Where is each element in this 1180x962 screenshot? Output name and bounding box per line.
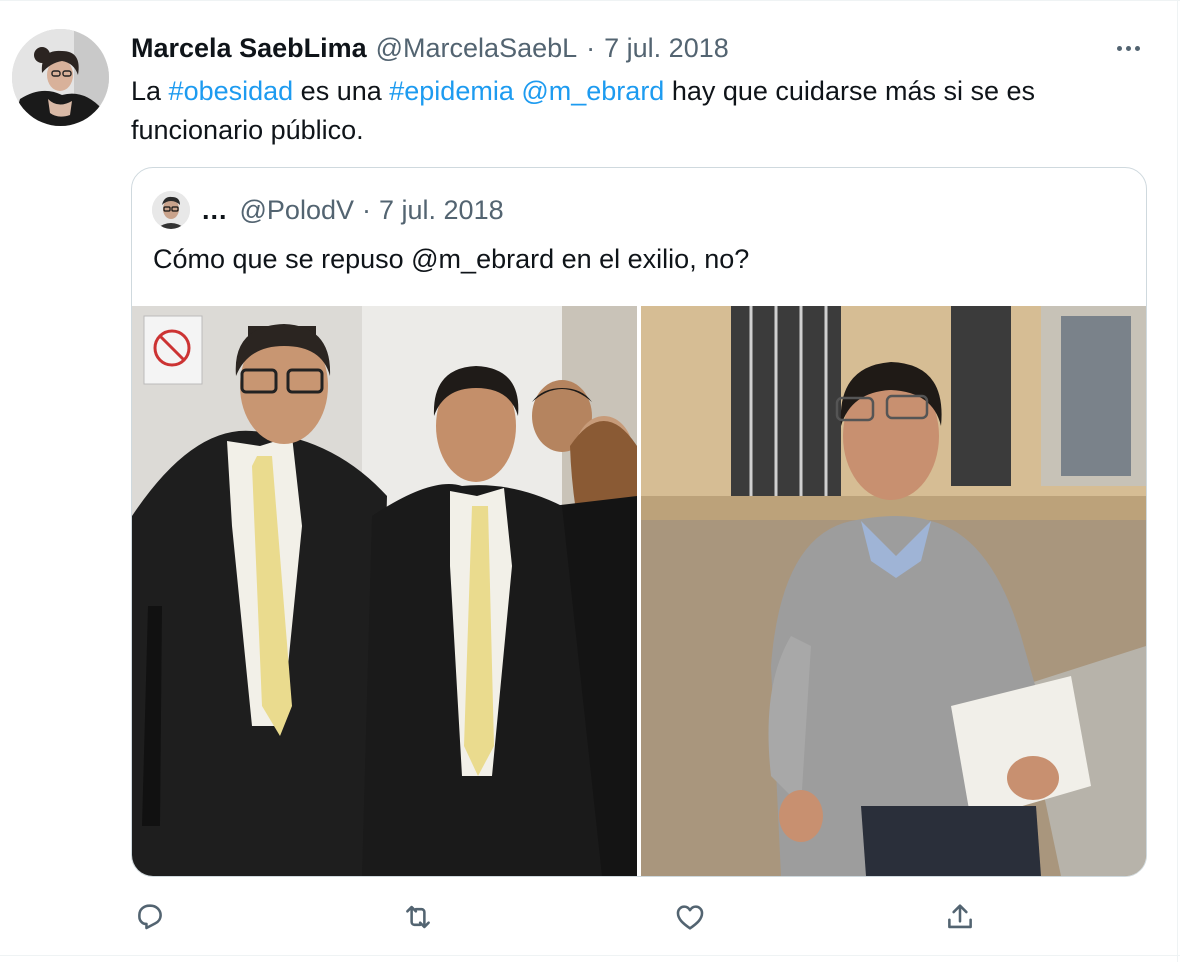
author-handle[interactable]: @MarcelaSaebL [376,33,578,64]
hashtag-link[interactable]: #epidemia [389,76,514,106]
divider-top [0,0,1180,1]
reply-icon[interactable] [131,898,169,936]
quoted-handle[interactable]: @PolodV [240,195,354,226]
quoted-photo-left[interactable] [132,306,637,876]
tweet-text-part: La [131,76,169,106]
author-avatar[interactable] [12,29,109,126]
header-separator: · [586,32,596,63]
quoted-header: ... @PolodV · 7 jul. 2018 [152,190,504,230]
hashtag-link[interactable]: #obesidad [169,76,294,106]
quoted-photo-right[interactable] [641,306,1146,876]
quoted-text: Cómo que se repuso @m_ebrard en el exili… [153,244,750,274]
tweet-actions [0,898,1180,938]
tweet-header: Marcela SaebLima @MarcelaSaebL · 7 jul. … [131,30,729,66]
tweet[interactable]: Marcela SaebLima @MarcelaSaebL · 7 jul. … [0,0,1180,962]
tweet-text: La #obesidad es una #epidemia @m_ebrard … [131,72,1161,150]
tweet-text-part: es una [293,76,390,106]
share-icon[interactable] [941,898,979,936]
quoted-date[interactable]: 7 jul. 2018 [379,195,504,226]
quoted-avatar[interactable] [152,191,190,229]
divider-bottom [0,955,1180,956]
quoted-separator: · [362,194,371,225]
mention-link[interactable]: @m_ebrard [521,76,664,106]
author-name[interactable]: Marcela SaebLima [131,33,367,64]
quoted-tweet[interactable]: ... @PolodV · 7 jul. 2018 Cómo que se re… [131,167,1147,877]
heart-icon[interactable] [671,898,709,936]
tweet-date[interactable]: 7 jul. 2018 [604,33,729,64]
quoted-name[interactable]: ... [202,195,228,226]
more-horizontal-icon[interactable] [1108,34,1148,62]
retweet-icon[interactable] [399,898,437,936]
divider-right [1177,0,1178,962]
